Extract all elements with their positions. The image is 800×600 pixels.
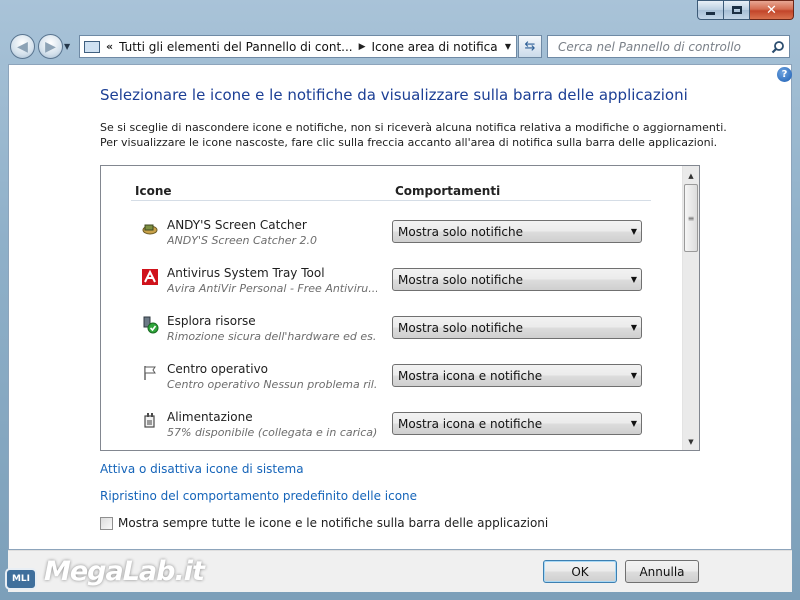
recent-pages-dropdown[interactable]: ▼ xyxy=(64,42,70,51)
dropdown-arrow-icon: ▼ xyxy=(630,419,638,428)
cancel-button[interactable]: Annulla xyxy=(625,560,699,583)
scroll-up-button[interactable]: ▲ xyxy=(683,168,699,184)
behavior-select-value: Mostra solo notifiche xyxy=(398,272,523,287)
show-all-icons-label[interactable]: Mostra sempre tutte le icone e le notifi… xyxy=(118,516,548,530)
power-plug-icon xyxy=(141,412,159,430)
show-all-icons-option[interactable]: Mostra sempre tutte le icone e le notifi… xyxy=(100,516,548,530)
watermark-badge: MLI xyxy=(5,568,37,590)
title-bar: ✕ xyxy=(0,0,800,30)
watermark-logo: MLI MegaLab.it xyxy=(2,550,205,598)
app-name: Esplora risorse xyxy=(167,314,256,328)
screen-catcher-icon xyxy=(141,220,159,238)
navigation-bar: ◀ ▶ ▼ « Tutti gli elementi del Pannello … xyxy=(0,30,800,62)
column-header-icons: Icone xyxy=(135,184,172,198)
chevron-down-icon: ▼ xyxy=(64,42,71,51)
back-button[interactable]: ◀ xyxy=(10,34,35,59)
app-name: Centro operativo xyxy=(167,362,269,376)
behavior-select[interactable]: Mostra solo notifiche ▼ xyxy=(392,316,642,339)
window-controls: ✕ xyxy=(697,0,794,20)
page-title: Selezionare le icone e le notifiche da v… xyxy=(100,86,688,104)
behavior-select[interactable]: Mostra icona e notifiche ▼ xyxy=(392,364,642,387)
address-bar[interactable]: « Tutti gli elementi del Pannello di con… xyxy=(79,35,516,58)
list-item: Alimentazione 57% disponibile (collegata… xyxy=(101,410,683,450)
list-item: ANDY'S Screen Catcher ANDY'S Screen Catc… xyxy=(101,218,683,266)
close-button[interactable]: ✕ xyxy=(750,0,794,20)
action-center-flag-icon xyxy=(141,364,159,382)
maximize-button[interactable] xyxy=(724,0,750,20)
app-description: Avira AntiVir Personal - Free Antiviru..… xyxy=(167,282,377,295)
vertical-scrollbar[interactable]: ▲ ≡ ▼ xyxy=(682,166,699,450)
behavior-select[interactable]: Mostra solo notifiche ▼ xyxy=(392,268,642,291)
minimize-icon xyxy=(706,11,715,15)
list-item: Esplora risorse Rimozione sicura dell'ha… xyxy=(101,314,683,362)
maximize-icon xyxy=(731,6,742,14)
show-all-icons-checkbox[interactable] xyxy=(100,516,113,530)
header-divider xyxy=(131,200,651,201)
app-description: ANDY'S Screen Catcher 2.0 xyxy=(167,234,318,247)
chevron-down-icon: ▼ xyxy=(504,42,512,51)
search-input[interactable] xyxy=(548,39,769,54)
page-description: Se si sceglie di nascondere icone e noti… xyxy=(100,120,727,150)
avira-icon xyxy=(141,268,159,286)
address-history-dropdown[interactable]: ▼ xyxy=(500,35,517,58)
help-icon[interactable]: ? xyxy=(777,67,792,82)
ok-button[interactable]: OK xyxy=(543,560,617,583)
app-description: Centro operativo Nessun problema ril... xyxy=(167,378,377,391)
app-name: ANDY'S Screen Catcher xyxy=(167,218,307,232)
arrow-left-icon: ◀ xyxy=(17,38,28,55)
list-item: Antivirus System Tray Tool Avira AntiVir… xyxy=(101,266,683,314)
breadcrumb-overflow-icon[interactable]: « xyxy=(106,40,113,53)
description-line-1: Se si sceglie di nascondere icone e noti… xyxy=(100,121,727,134)
behavior-select-value: Mostra icona e notifiche xyxy=(398,368,543,383)
refresh-icon: ⇆ xyxy=(524,39,536,54)
control-panel-icon xyxy=(84,40,100,53)
list-item: Centro operativo Centro operativo Nessun… xyxy=(101,362,683,410)
forward-button[interactable]: ▶ xyxy=(38,34,63,59)
minimize-button[interactable] xyxy=(697,0,724,20)
content-pane: ? Selezionare le icone e le notifiche da… xyxy=(8,64,792,550)
refresh-button[interactable]: ⇆ xyxy=(518,35,542,58)
column-header-behaviors: Comportamenti xyxy=(395,184,501,198)
behavior-select-value: Mostra solo notifiche xyxy=(398,224,523,239)
scroll-down-button[interactable]: ▼ xyxy=(683,434,699,450)
arrow-right-icon: ▶ xyxy=(45,38,56,55)
dropdown-arrow-icon: ▼ xyxy=(630,371,638,380)
close-icon: ✕ xyxy=(766,2,777,18)
behavior-select[interactable]: Mostra solo notifiche ▼ xyxy=(392,220,642,243)
breadcrumb-parent[interactable]: Tutti gli elementi del Pannello di cont.… xyxy=(119,40,352,54)
search-box[interactable] xyxy=(547,35,790,58)
description-line-2: Per visualizzare le icone nascoste, fare… xyxy=(100,136,718,149)
scroll-thumb[interactable]: ≡ xyxy=(684,184,698,252)
breadcrumb-current[interactable]: Icone area di notifica xyxy=(372,40,498,54)
behavior-select-value: Mostra icona e notifiche xyxy=(398,416,543,431)
search-icon[interactable] xyxy=(769,38,787,56)
watermark-text: MegaLab.it xyxy=(44,556,205,587)
restore-defaults-link[interactable]: Ripristino del comportamento predefinito… xyxy=(100,489,417,503)
app-name: Antivirus System Tray Tool xyxy=(167,266,325,280)
list-viewport: Icone Comportamenti ANDY'S Screen Catche… xyxy=(101,166,683,450)
system-icons-link[interactable]: Attiva o disattiva icone di sistema xyxy=(100,462,304,476)
dropdown-arrow-icon: ▼ xyxy=(630,323,638,332)
notification-icons-list[interactable]: Icone Comportamenti ANDY'S Screen Catche… xyxy=(100,165,700,451)
dropdown-arrow-icon: ▼ xyxy=(630,275,638,284)
window-frame: ✕ ◀ ▶ ▼ « Tutti gli elementi del Pannell… xyxy=(0,0,800,600)
app-name: Alimentazione xyxy=(167,410,253,424)
behavior-select-value: Mostra solo notifiche xyxy=(398,320,523,335)
dropdown-arrow-icon: ▼ xyxy=(630,227,638,236)
behavior-select[interactable]: Mostra icona e notifiche ▼ xyxy=(392,412,642,435)
breadcrumb-separator-icon[interactable]: ▶ xyxy=(359,42,366,52)
app-description: Rimozione sicura dell'hardware ed es... xyxy=(167,330,377,343)
app-description: 57% disponibile (collegata e in carica) xyxy=(167,426,377,439)
safe-remove-hardware-icon xyxy=(141,316,159,334)
